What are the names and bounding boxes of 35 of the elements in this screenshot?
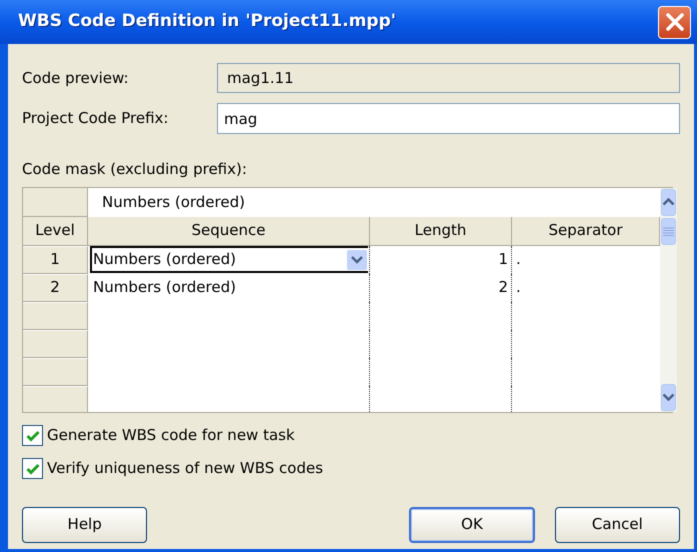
vertical-scrollbar[interactable] — [660, 188, 677, 412]
column-header[interactable]: Level — [23, 216, 88, 246]
dialog-button[interactable]: Cancel — [554, 506, 680, 542]
check-icon — [26, 430, 40, 442]
checkbox-label[interactable]: Generate WBS code for new task — [47, 424, 295, 447]
code-mask-label: Code mask (excluding prefix): — [22, 159, 248, 180]
edit-text: Numbers (ordered) — [101, 192, 246, 213]
table-cell-text: Numbers (ordered) — [92, 277, 236, 298]
checkbox[interactable] — [22, 425, 43, 446]
close-button[interactable] — [658, 6, 691, 38]
checkbox[interactable] — [22, 458, 43, 479]
column-header[interactable]: Sequence — [88, 216, 370, 246]
default-button[interactable]: OK — [409, 506, 535, 542]
check-icon — [26, 462, 40, 474]
code-preview-label: Code preview: — [22, 68, 130, 89]
table-cell-text: . — [516, 277, 521, 298]
row-header[interactable]: 1 — [23, 246, 88, 274]
code-preview-field: mag1.11 — [217, 63, 680, 93]
row-header[interactable]: 2 — [23, 274, 88, 302]
checkbox-label[interactable]: Verify uniqueness of new WBS codes — [47, 457, 324, 480]
table-cell-text: 2 — [498, 277, 508, 298]
column-header[interactable]: Separator — [512, 216, 660, 246]
grip-icon — [663, 226, 674, 236]
column-header[interactable]: Length — [370, 216, 512, 246]
close-icon — [664, 12, 684, 32]
window-title: WBS Code Definition in 'Project11.mpp' — [18, 10, 396, 34]
table-cell-text: 1 — [498, 249, 508, 270]
scroll-up-button[interactable] — [661, 188, 676, 216]
prefix-label: Project Code Prefix: — [22, 108, 170, 130]
dialog-button[interactable]: Help — [22, 506, 148, 542]
sequence-dropdown[interactable]: Numbers (ordered) — [90, 246, 368, 273]
table-cell-text: . — [516, 249, 521, 270]
scroll-down-button[interactable] — [661, 384, 676, 410]
scroll-thumb[interactable] — [661, 218, 676, 244]
prefix-field[interactable]: mag — [217, 103, 680, 134]
